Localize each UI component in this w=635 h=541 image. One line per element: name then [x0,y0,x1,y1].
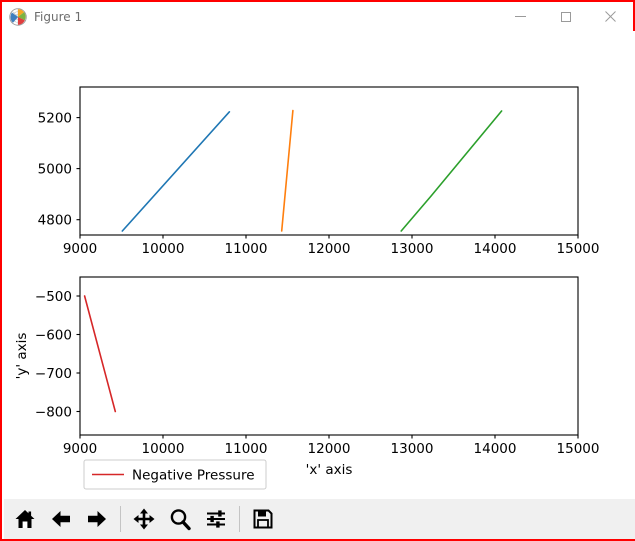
matplotlib-logo-icon [9,7,27,26]
bottom-yticklabel: −500 [35,289,72,305]
bottom-xticklabel: 12000 [308,441,351,457]
subplots-button[interactable] [198,503,234,535]
matplotlib-figure: 9000 10000 11000 12000 13000 14000 15000… [4,31,635,499]
figure-window: Figure 1 9000 10000 11000 12000 13000 14… [0,0,635,541]
forward-button[interactable] [79,503,115,535]
maximize-button[interactable] [543,2,588,31]
top-axes-frame [79,86,579,236]
arrow-right-icon [88,511,106,527]
home-icon [15,510,35,528]
bottom-axes-frame [79,276,579,436]
minimize-button[interactable] [498,2,543,31]
magnifier-icon [170,509,191,531]
zoom-button[interactable] [162,503,198,535]
top-yticklabel: 5000 [38,161,72,177]
toolbar-separator-1 [120,506,121,532]
bottom-yticklabel: −700 [35,366,72,382]
home-button[interactable] [7,503,43,535]
top-xticklabel: 14000 [474,241,517,257]
window-title: Figure 1 [34,9,83,24]
maximize-icon [560,11,571,22]
window-title-bar: Figure 1 [2,2,633,31]
bottom-yticklabel: −600 [35,327,72,343]
top-xticklabel: 12000 [308,241,351,257]
back-button[interactable] [43,503,79,535]
top-subplot: 9000 10000 11000 12000 13000 14000 15000… [38,86,600,257]
top-xticklabel: 11000 [225,241,268,257]
minimize-icon [515,16,526,17]
window-controls [498,2,633,31]
close-icon [605,11,616,22]
legend[interactable]: Negative Pressure [83,459,267,490]
figure-canvas[interactable]: 9000 10000 11000 12000 13000 14000 15000… [4,31,635,499]
bottom-xticklabel: 15000 [557,441,600,457]
legend-label-negative-pressure: Negative Pressure [132,468,255,484]
navigation-toolbar [4,499,635,539]
y-axis-label: 'y' axis [14,333,30,380]
bottom-xticklabel: 13000 [391,441,434,457]
bottom-xticklabel: 14000 [474,441,517,457]
move-cross-icon [133,508,155,530]
bottom-xticklabel: 11000 [225,441,268,457]
floppy-disk-icon [253,509,273,529]
toolbar-separator-2 [239,506,240,532]
save-button[interactable] [245,503,281,535]
x-axis-label: 'x' axis [306,462,353,478]
top-xticklabel: 13000 [391,241,434,257]
bottom-xticklabel: 9000 [63,441,97,457]
bottom-yticklabel: −800 [35,404,72,420]
close-button[interactable] [588,2,633,31]
top-yticklabel: 5200 [38,110,72,126]
sliders-icon [207,510,225,528]
top-yticklabel: 4800 [38,213,72,229]
top-xticklabel: 9000 [63,241,97,257]
top-xticklabel: 15000 [557,241,600,257]
pan-button[interactable] [126,503,162,535]
arrow-left-icon [52,511,70,527]
bottom-xticklabel: 10000 [142,441,185,457]
top-xticklabel: 10000 [142,241,185,257]
